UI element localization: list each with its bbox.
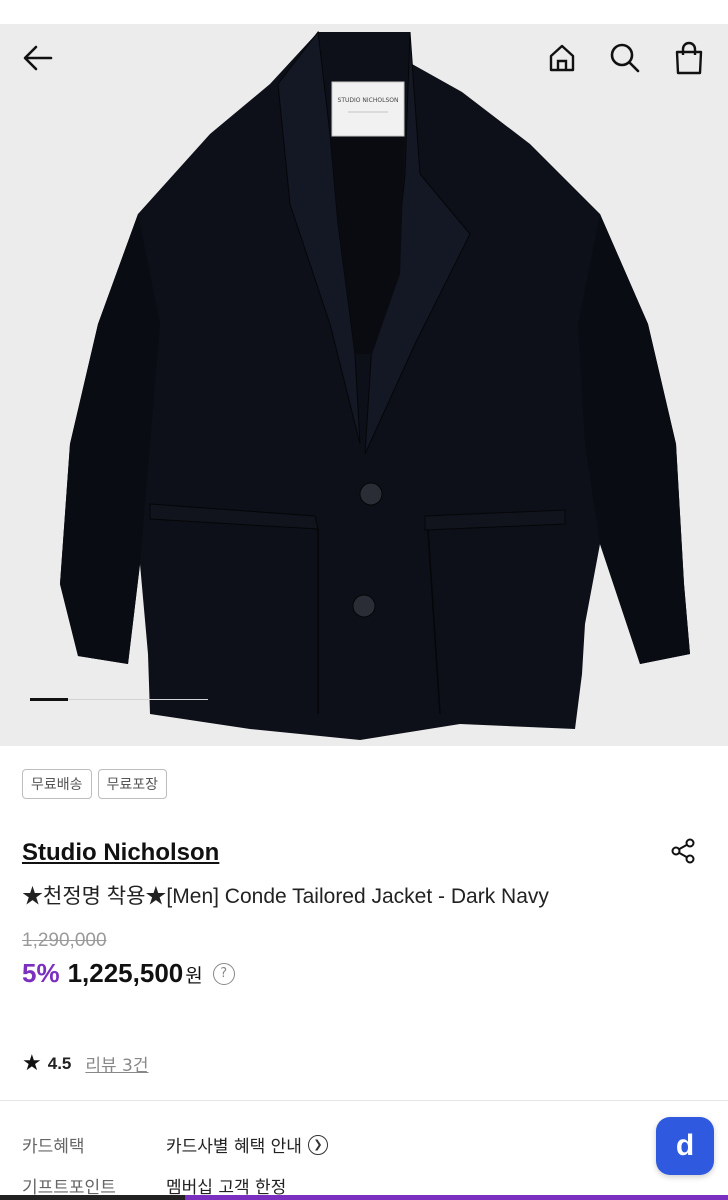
jacket-image: STUDIO NICHOLSON xyxy=(60,30,690,740)
top-navigation xyxy=(0,24,728,94)
card-benefit-text: 카드사별 혜택 안내 xyxy=(166,1137,302,1157)
gallery-indicator xyxy=(30,698,208,701)
sale-price: 1,225,500 xyxy=(67,958,184,988)
rating-row: ★ 4.5 리뷰 3건 xyxy=(22,1051,149,1076)
product-title: ★천정명 착용★[Men] Conde Tailored Jacket - Da… xyxy=(22,885,549,908)
free-wrapping-badge: 무료포장 xyxy=(97,769,168,799)
shopping-bag-icon xyxy=(675,41,703,75)
home-icon xyxy=(549,44,575,72)
card-benefit-value[interactable]: 카드사별 혜택 안내 ❯ xyxy=(166,1132,328,1157)
bottom-progress-bar xyxy=(0,1195,728,1200)
arrow-left-icon xyxy=(23,45,53,71)
app-floating-button[interactable]: d xyxy=(656,1117,714,1175)
star-icon: ★ xyxy=(22,1051,42,1076)
search-button[interactable] xyxy=(605,38,645,78)
price-row: 5% 1,225,500 원 ? xyxy=(22,958,235,989)
share-button[interactable] xyxy=(666,834,700,868)
brand-link[interactable]: Studio Nicholson xyxy=(22,839,219,867)
brand-label-text: STUDIO NICHOLSON xyxy=(338,97,399,104)
cart-button[interactable] xyxy=(669,38,709,78)
discount-rate: 5% xyxy=(22,958,60,988)
status-bar xyxy=(0,0,728,24)
product-image[interactable]: STUDIO NICHOLSON xyxy=(0,24,728,746)
chevron-right-icon[interactable]: ❯ xyxy=(307,1134,328,1155)
badge-list: 무료배송 무료포장 xyxy=(22,769,168,799)
indicator-active xyxy=(30,698,68,701)
review-count-link[interactable]: 리뷰 3건 xyxy=(85,1051,148,1076)
home-button[interactable] xyxy=(542,38,582,78)
rating-score: 4.5 xyxy=(47,1053,72,1073)
fab-logo: d xyxy=(675,1129,695,1162)
share-icon xyxy=(671,838,695,864)
card-benefit-row: 카드혜택 카드사별 혜택 안내 ❯ xyxy=(22,1132,328,1157)
card-benefit-label: 카드혜택 xyxy=(22,1137,85,1157)
currency-unit: 원 xyxy=(185,965,203,987)
search-icon xyxy=(610,43,640,73)
back-button[interactable] xyxy=(18,38,58,78)
original-price: 1,290,000 xyxy=(22,930,107,951)
bottom-progress-dark xyxy=(0,1195,185,1200)
free-shipping-badge: 무료배송 xyxy=(22,769,92,799)
section-divider xyxy=(0,1100,728,1101)
price-info-icon[interactable]: ? xyxy=(212,962,235,985)
